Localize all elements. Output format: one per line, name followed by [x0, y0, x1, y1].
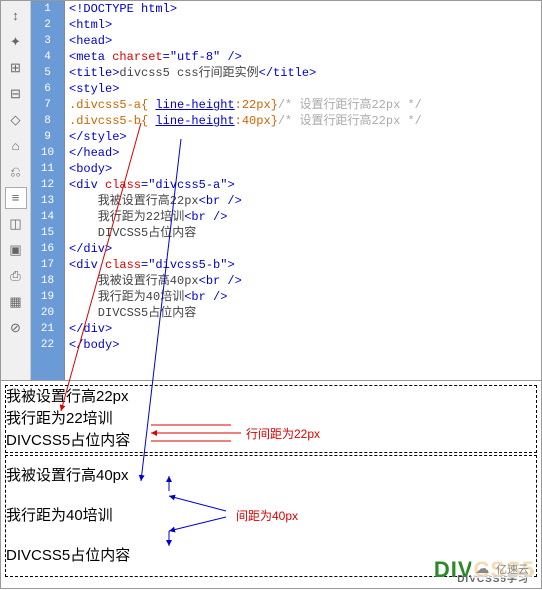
line-num: 15 — [31, 225, 64, 241]
preview-line: 我被设置行高22px — [6, 386, 536, 408]
left-toolbar: ↕ ✦ ⊞ ⊟ ◇ ⌂ ⎌ ≡ ◫ ▣ ⎙ ▦ ⊘ — [1, 1, 31, 380]
line-num: 5 — [31, 65, 64, 81]
annotation-22px: 行间距为22px — [246, 425, 320, 442]
line-num: 12 — [31, 177, 64, 193]
line-num: 2 — [31, 17, 64, 33]
editor-pane: ↕ ✦ ⊞ ⊟ ◇ ⌂ ⎌ ≡ ◫ ▣ ⎙ ▦ ⊘ 1 2 3 4 5 6 7 … — [1, 1, 541, 381]
code: 我行距为40培训 — [69, 290, 184, 304]
tool-expand-icon[interactable]: ⊞ — [5, 57, 27, 79]
code: </div> — [69, 242, 112, 256]
preview-pane: 我被设置行高22px 我行距为22培训 DIVCSS5占位内容 我被设置行高40… — [1, 381, 541, 589]
tool-box-icon[interactable]: ▣ — [5, 239, 27, 261]
line-num: 22 — [31, 337, 64, 353]
line-num: 4 — [31, 49, 64, 65]
tool-lines-icon[interactable]: ≡ — [5, 187, 27, 209]
tool-resize-icon[interactable]: ↕ — [5, 5, 27, 27]
code: </style> — [69, 130, 127, 144]
line-num: 20 — [31, 305, 64, 321]
code: <body> — [69, 162, 112, 176]
code: 我行距为22培训 — [69, 210, 184, 224]
watermark: ☁ 亿速云 — [471, 561, 533, 578]
app-window: ↕ ✦ ⊞ ⊟ ◇ ⌂ ⎌ ≡ ◫ ▣ ⎙ ▦ ⊘ 1 2 3 4 5 6 7 … — [0, 0, 542, 589]
tool-split-icon[interactable]: ◫ — [5, 213, 27, 235]
cloud-icon: ☁ — [475, 561, 489, 578]
code: </div> — [69, 322, 112, 336]
code: <!DOCTYPE html> — [69, 2, 177, 16]
tool-tag-icon[interactable]: ◇ — [5, 109, 27, 131]
tool-grid-icon[interactable]: ▦ — [5, 291, 27, 313]
code: <style> — [69, 82, 119, 96]
line-num: 18 — [31, 273, 64, 289]
tool-gear-icon[interactable]: ✦ — [5, 31, 27, 53]
preview-box-22: 我被设置行高22px 我行距为22培训 DIVCSS5占位内容 — [5, 385, 537, 453]
line-number-gutter: 1 2 3 4 5 6 7 8 9 10 11 12 13 14 15 16 1… — [31, 1, 65, 380]
watermark-text: 亿速云 — [496, 565, 529, 577]
tool-collapse-icon[interactable]: ⊟ — [5, 83, 27, 105]
line-num: 6 — [31, 81, 64, 97]
css-rule-a: .divcss5-a{ — [69, 98, 155, 112]
line-num: 17 — [31, 257, 64, 273]
annotation-40px: 间距为40px — [236, 507, 298, 524]
line-num: 7 — [31, 97, 64, 113]
line-num: 1 — [31, 1, 64, 17]
code: <html> — [69, 18, 112, 32]
code: DIVCSS5占位内容 — [69, 306, 196, 320]
code: </body> — [69, 338, 119, 352]
css-rule-b: .divcss5-b{ — [69, 114, 155, 128]
tool-undo-icon[interactable]: ⎌ — [5, 161, 27, 183]
code: <div — [69, 258, 105, 272]
line-num: 8 — [31, 113, 64, 129]
tool-home-icon[interactable]: ⌂ — [5, 135, 27, 157]
line-num: 19 — [31, 289, 64, 305]
code: </head> — [69, 146, 119, 160]
code: <title> — [69, 66, 119, 80]
code: 我被设置行高40px — [69, 274, 199, 288]
line-num: 14 — [31, 209, 64, 225]
line-num: 11 — [31, 161, 64, 177]
line-num: 10 — [31, 145, 64, 161]
code: <meta — [69, 50, 112, 64]
line-num: 9 — [31, 129, 64, 145]
code: 我被设置行高22px — [69, 194, 199, 208]
preview-line: 我被设置行高40px — [6, 456, 536, 496]
line-num: 21 — [31, 321, 64, 337]
code-content[interactable]: <!DOCTYPE html> <html> <head> <meta char… — [65, 1, 541, 380]
line-num: 3 — [31, 33, 64, 49]
tool-clear-icon[interactable]: ⊘ — [5, 317, 27, 339]
code: DIVCSS5占位内容 — [69, 226, 196, 240]
tool-print-icon[interactable]: ⎙ — [5, 265, 27, 287]
code: <div — [69, 178, 105, 192]
line-num: 13 — [31, 193, 64, 209]
line-num: 16 — [31, 241, 64, 257]
code: <head> — [69, 34, 112, 48]
